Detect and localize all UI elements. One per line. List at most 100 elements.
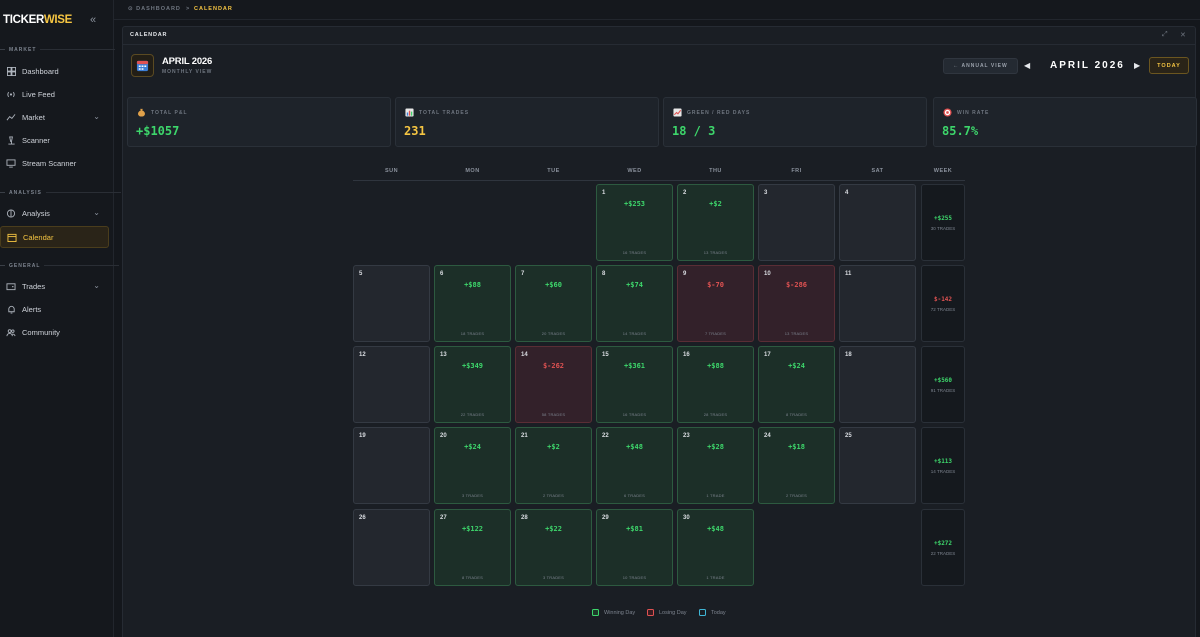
calendar-day-cell[interactable]: 10 $-286 13 TRADES <box>758 265 835 342</box>
calendar-day-cell[interactable]: 3 <box>758 184 835 261</box>
stat-label: TOTAL P&L <box>151 110 188 116</box>
week-summary: +$255 30 TRADES <box>921 184 965 261</box>
today-button[interactable]: TODAY <box>1149 57 1189 74</box>
stat-value: 18 / 3 <box>672 124 716 138</box>
week-trade-count: 22 TRADES <box>930 551 956 556</box>
weekday-header-sun: SUN <box>384 168 399 174</box>
calendar-day-cell[interactable]: 25 <box>839 427 916 504</box>
calendar-day-cell[interactable]: 28 +$22 3 TRADES <box>515 509 592 586</box>
brain-icon <box>6 208 16 218</box>
calendar-day-cell[interactable]: 12 <box>353 346 430 423</box>
current-month-label: APRIL 2026 <box>1050 60 1125 71</box>
week-pnl: +$113 <box>933 458 953 465</box>
day-number: 11 <box>845 271 852 277</box>
sidebar-item-calendar[interactable]: Calendar <box>0 226 109 248</box>
calendar-day-cell[interactable]: 20 +$24 3 TRADES <box>434 427 511 504</box>
calendar-day-cell[interactable]: 13 +$349 22 TRADES <box>434 346 511 423</box>
sidebar-item-community[interactable]: Community <box>0 321 109 343</box>
calendar-day-cell[interactable]: 30 +$48 1 TRADE <box>677 509 754 586</box>
sidebar-item-trades[interactable]: Trades ⌄ <box>0 275 109 297</box>
sidebar-item-live-feed[interactable]: Live Feed <box>0 83 109 105</box>
calendar-day-cell[interactable]: 4 <box>839 184 916 261</box>
brand-logo[interactable]: TICKERWISE <box>3 14 72 26</box>
calendar-day-cell[interactable]: 22 +$48 6 TRADES <box>596 427 673 504</box>
next-month-icon[interactable]: ▶ <box>1134 61 1140 70</box>
day-trade-count: 1 TRADE <box>706 493 725 498</box>
calendar-day-cell[interactable]: 14 $-262 58 TRADES <box>515 346 592 423</box>
legend-label: Winning Day <box>604 609 636 616</box>
expand-icon[interactable]: ⤢ <box>1162 31 1168 39</box>
close-icon[interactable]: ✕ <box>1180 31 1186 39</box>
sidebar-item-label: Community <box>22 327 60 337</box>
weekday-header-fri: FRI <box>791 168 802 174</box>
weekday-divider <box>353 180 965 181</box>
calendar-badge-icon <box>131 54 154 77</box>
panel-header: CALENDAR ⤢ ✕ <box>123 27 1195 45</box>
calendar-day-cell[interactable]: 9 $-70 7 TRADES <box>677 265 754 342</box>
day-pnl: +$88 <box>707 362 724 370</box>
legend-label: Losing Day <box>659 609 687 616</box>
month-subtitle: MONTHLY VIEW <box>162 69 213 75</box>
sidebar-item-analysis[interactable]: Analysis ⌄ <box>0 202 109 224</box>
stat-value: +$1057 <box>136 124 180 138</box>
calendar-day-cell[interactable]: 1 +$253 16 TRADES <box>596 184 673 261</box>
day-number: 3 <box>764 190 768 196</box>
week-summary: +$272 22 TRADES <box>921 509 965 586</box>
stat-value: 85.7% <box>942 124 979 138</box>
target-icon <box>943 108 952 117</box>
calendar-day-cell[interactable]: 6 +$88 18 TRADES <box>434 265 511 342</box>
sidebar-item-market[interactable]: Market ⌄ <box>0 106 109 128</box>
calendar-day-cell[interactable]: 26 <box>353 509 430 586</box>
chevron-down-icon[interactable]: ⌄ <box>93 208 100 217</box>
week-pnl: +$560 <box>933 377 953 384</box>
day-trade-count: 18 TRADES <box>460 331 485 336</box>
day-pnl: +$81 <box>626 525 643 533</box>
sidebar-item-scanner[interactable]: Scanner <box>0 129 109 151</box>
sidebar-item-stream-scanner[interactable]: Stream Scanner <box>0 152 109 174</box>
calendar-day-cell[interactable]: 16 +$88 28 TRADES <box>677 346 754 423</box>
calendar-day-cell[interactable]: 24 +$18 2 TRADES <box>758 427 835 504</box>
calendar-day-cell[interactable]: 2 +$2 13 TRADES <box>677 184 754 261</box>
day-number: 12 <box>359 352 366 358</box>
day-trade-count: 8 TRADES <box>461 575 484 580</box>
sidebar: TICKERWISE « MARKET Dashboard Live Feed … <box>0 0 122 637</box>
day-number: 6 <box>440 271 444 277</box>
day-pnl: +$361 <box>623 362 646 370</box>
calendar-day-cell[interactable]: 18 <box>839 346 916 423</box>
prev-month-icon[interactable]: ◀ <box>1024 61 1030 70</box>
day-trade-count: 7 TRADES <box>704 331 727 336</box>
sidebar-item-label: Analysis <box>22 208 50 218</box>
calendar-day-cell[interactable]: 5 <box>353 265 430 342</box>
calendar-day-cell[interactable]: 23 +$28 1 TRADE <box>677 427 754 504</box>
day-pnl: +$24 <box>464 443 481 451</box>
calendar-day-cell[interactable]: 19 <box>353 427 430 504</box>
calendar-day-cell[interactable]: 27 +$122 8 TRADES <box>434 509 511 586</box>
day-trade-count: 13 TRADES <box>703 250 728 255</box>
day-pnl: +$48 <box>707 525 724 533</box>
chevron-down-icon[interactable]: ⌄ <box>93 112 100 121</box>
day-number: 5 <box>359 271 363 277</box>
calendar-day-cell[interactable]: 21 +$2 2 TRADES <box>515 427 592 504</box>
day-pnl: +$122 <box>461 525 484 533</box>
calendar-day-cell[interactable]: 11 <box>839 265 916 342</box>
calendar-day-cell[interactable]: 15 +$361 16 TRADES <box>596 346 673 423</box>
calendar-day-cell[interactable]: 29 +$81 10 TRADES <box>596 509 673 586</box>
calendar-day-cell[interactable]: 17 +$24 8 TRADES <box>758 346 835 423</box>
brand-name-accent: WISE <box>43 14 73 26</box>
breadcrumb-home[interactable]: ⊙ DASHBOARD <box>128 6 181 12</box>
calendar-day-cell[interactable]: 7 +$60 20 TRADES <box>515 265 592 342</box>
chevron-down-icon[interactable]: ⌄ <box>93 281 100 290</box>
day-number: 23 <box>683 433 690 439</box>
annual-view-button[interactable]: ← ANNUAL VIEW <box>943 58 1018 74</box>
day-number: 15 <box>602 352 609 358</box>
sidebar-item-alerts[interactable]: Alerts <box>0 298 109 320</box>
day-number: 20 <box>440 433 447 439</box>
calendar-day-cell[interactable]: 8 +$74 14 TRADES <box>596 265 673 342</box>
day-number: 26 <box>359 515 366 521</box>
chart-line-icon <box>6 112 16 122</box>
weekday-header-wed: WED <box>627 168 642 174</box>
sidebar-item-dashboard[interactable]: Dashboard <box>0 60 109 82</box>
sidebar-item-label: Stream Scanner <box>22 158 77 168</box>
day-trade-count: 13 TRADES <box>784 331 809 336</box>
collapse-sidebar-button[interactable]: « <box>90 14 96 26</box>
